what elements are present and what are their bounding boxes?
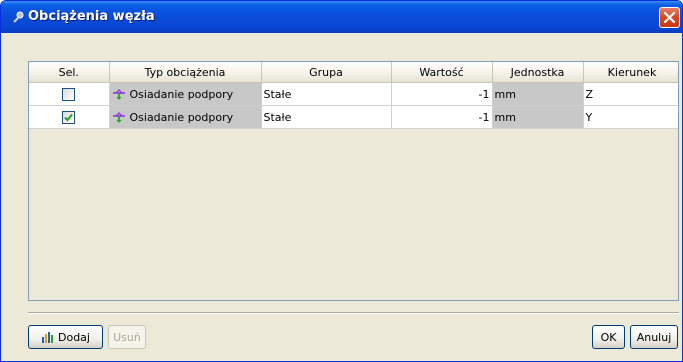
table-row[interactable]: Osiadanie podpory Stałe -1 mm Z (29, 82, 678, 106)
value-cell[interactable]: -1 (391, 105, 493, 129)
direction-cell[interactable]: Z (583, 82, 678, 106)
row-checkbox[interactable] (62, 87, 76, 101)
footer-divider (28, 312, 679, 314)
table-row[interactable]: Osiadanie podpory Stałe -1 mm Y (29, 105, 678, 129)
load-type-cell[interactable]: Osiadanie podpory (109, 105, 262, 129)
pin-icon (13, 11, 24, 23)
unit-cell[interactable]: mm (492, 105, 584, 129)
close-button[interactable] (659, 7, 680, 28)
column-header-direction[interactable]: Kierunek (583, 62, 678, 83)
ok-button[interactable]: OK (592, 325, 625, 349)
remove-button[interactable]: Usuń (108, 325, 146, 349)
direction-cell[interactable]: Y (583, 105, 678, 129)
dialog-window: Obciążenia węzła Sel. Typ obciążenia Gru… (0, 0, 683, 362)
add-button-label: Dodaj (58, 330, 90, 344)
table-header-row: Sel. Typ obciążenia Grupa Wartość Jednos… (29, 62, 678, 83)
cancel-button[interactable]: Anuluj (630, 325, 678, 349)
load-type-label: Osiadanie podpory (129, 110, 234, 124)
row-select-cell[interactable] (29, 105, 110, 129)
column-header-group[interactable]: Grupa (261, 62, 392, 83)
support-settlement-icon (112, 111, 125, 123)
row-select-cell[interactable] (29, 82, 110, 106)
group-cell[interactable]: Stałe (261, 105, 392, 129)
close-icon (663, 11, 676, 24)
column-header-unit[interactable]: Jednostka (492, 62, 584, 83)
load-type-label: Osiadanie podpory (129, 87, 234, 101)
checkmark-icon (64, 113, 74, 122)
ok-button-label: OK (600, 330, 617, 344)
row-checkbox-checked[interactable] (62, 110, 76, 124)
cancel-button-label: Anuluj (636, 330, 672, 344)
title-bar[interactable]: Obciążenia węzła (1, 1, 682, 33)
column-header-value[interactable]: Wartość (391, 62, 493, 83)
loads-table: Sel. Typ obciążenia Grupa Wartość Jednos… (28, 61, 679, 301)
value-cell[interactable]: -1 (391, 82, 493, 106)
remove-button-label: Usuń (113, 330, 141, 344)
add-button[interactable]: Dodaj (28, 325, 103, 349)
support-settlement-icon (112, 88, 125, 100)
column-header-sel[interactable]: Sel. (29, 62, 110, 83)
unit-cell[interactable]: mm (492, 82, 584, 106)
chart-add-icon (42, 331, 53, 343)
column-header-type[interactable]: Typ obciążenia (109, 62, 262, 83)
load-type-cell[interactable]: Osiadanie podpory (109, 82, 262, 106)
group-cell[interactable]: Stałe (261, 82, 392, 106)
window-title: Obciążenia węzła (28, 9, 155, 24)
